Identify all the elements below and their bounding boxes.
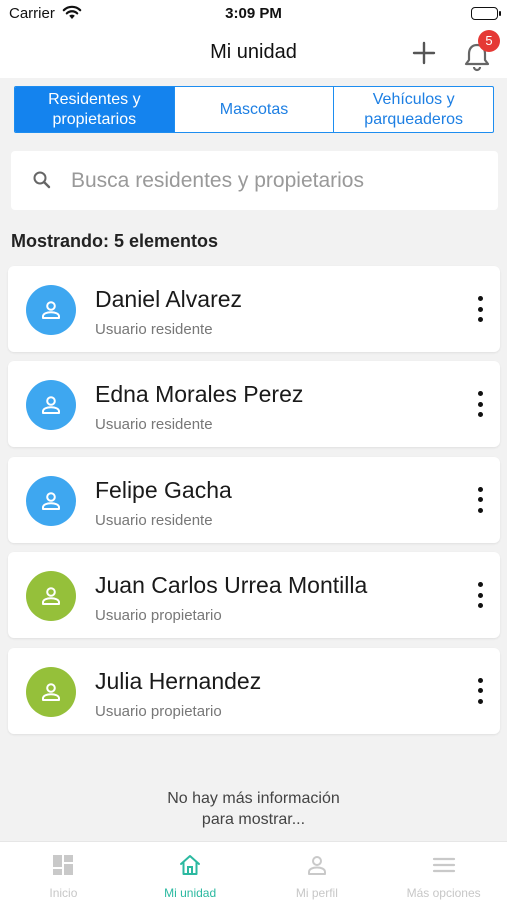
list-item[interactable]: Juan Carlos Urrea Montilla Usuario propi…: [8, 552, 500, 639]
user-icon: [42, 491, 60, 510]
more-options-button[interactable]: [474, 677, 486, 704]
resident-role: Usuario propietario: [95, 702, 222, 720]
user-icon: [42, 587, 60, 606]
tab-label: Más opciones: [406, 886, 481, 900]
tab-inicio[interactable]: Inicio: [0, 842, 127, 900]
resident-name: Felipe Gacha: [95, 476, 232, 503]
bottom-tab-bar: Inicio Mi unidad Mi perfil Más opciones: [0, 841, 507, 900]
notifications-button[interactable]: 5: [462, 30, 500, 72]
dashboard-icon: [51, 852, 75, 878]
more-options-button[interactable]: [474, 582, 486, 609]
resident-name: Daniel Alvarez: [95, 286, 243, 312]
list-item[interactable]: Julia Hernandez Usuario propietario: [8, 647, 500, 734]
tab-label: Inicio: [49, 886, 78, 900]
search-icon: [33, 171, 51, 194]
status-bar: Carrier 3:09 PM: [0, 0, 507, 30]
tab-vehicles[interactable]: Vehículos y parqueaderos: [334, 87, 493, 132]
segmented-control: Residentes y propietarios Mascotas Vehíc…: [14, 86, 494, 133]
plus-icon: [412, 41, 436, 65]
resident-role: Usuario residente: [95, 511, 213, 529]
tab-mi-unidad[interactable]: Mi unidad: [127, 842, 254, 900]
more-options-button[interactable]: [474, 391, 486, 418]
user-icon: [42, 682, 60, 701]
list-item[interactable]: Edna Morales Perez Usuario residente: [8, 361, 500, 448]
home-icon: [178, 852, 202, 878]
more-options-button[interactable]: [474, 296, 486, 322]
resident-role: Usuario residente: [95, 321, 213, 338]
user-icon: [42, 396, 60, 415]
tab-residents[interactable]: Residentes y propietarios: [15, 87, 175, 132]
search-bar: [11, 151, 498, 210]
avatar: [26, 666, 76, 717]
avatar: [26, 380, 76, 431]
clock: 3:09 PM: [225, 5, 282, 22]
resident-role: Usuario propietario: [95, 607, 222, 625]
tab-label: Mi perfil: [295, 886, 338, 900]
more-options-button[interactable]: [474, 486, 486, 513]
results-count: Mostrando: 5 elementos: [11, 231, 219, 251]
add-button[interactable]: [410, 38, 438, 68]
resident-list: Daniel Alvarez Usuario residente Edna Mo…: [8, 266, 500, 743]
avatar: [26, 571, 76, 622]
tab-mas-opciones[interactable]: Más opciones: [380, 842, 507, 900]
profile-icon: [305, 852, 329, 878]
avatar: [26, 475, 76, 526]
navigation-bar: Mi unidad 5: [0, 30, 507, 78]
resident-name: Juan Carlos Urrea Montilla: [95, 572, 368, 599]
user-icon: [42, 301, 60, 319]
tab-mi-perfil[interactable]: Mi perfil: [254, 842, 381, 900]
tab-pets[interactable]: Mascotas: [175, 87, 335, 132]
list-item[interactable]: Daniel Alvarez Usuario residente: [8, 266, 500, 352]
resident-name: Julia Hernandez: [95, 667, 262, 694]
battery-icon: [471, 7, 501, 20]
tab-label: Mi unidad: [164, 886, 217, 900]
search-input[interactable]: [71, 165, 481, 197]
resident-role: Usuario residente: [95, 416, 213, 434]
notification-badge: 5: [478, 30, 500, 52]
resident-name: Edna Morales Perez: [95, 381, 304, 408]
list-item[interactable]: Felipe Gacha Usuario residente: [8, 456, 500, 543]
end-of-list-message: No hay más información para mostrar...: [167, 790, 340, 828]
menu-icon: [432, 852, 456, 878]
avatar: [26, 285, 76, 335]
